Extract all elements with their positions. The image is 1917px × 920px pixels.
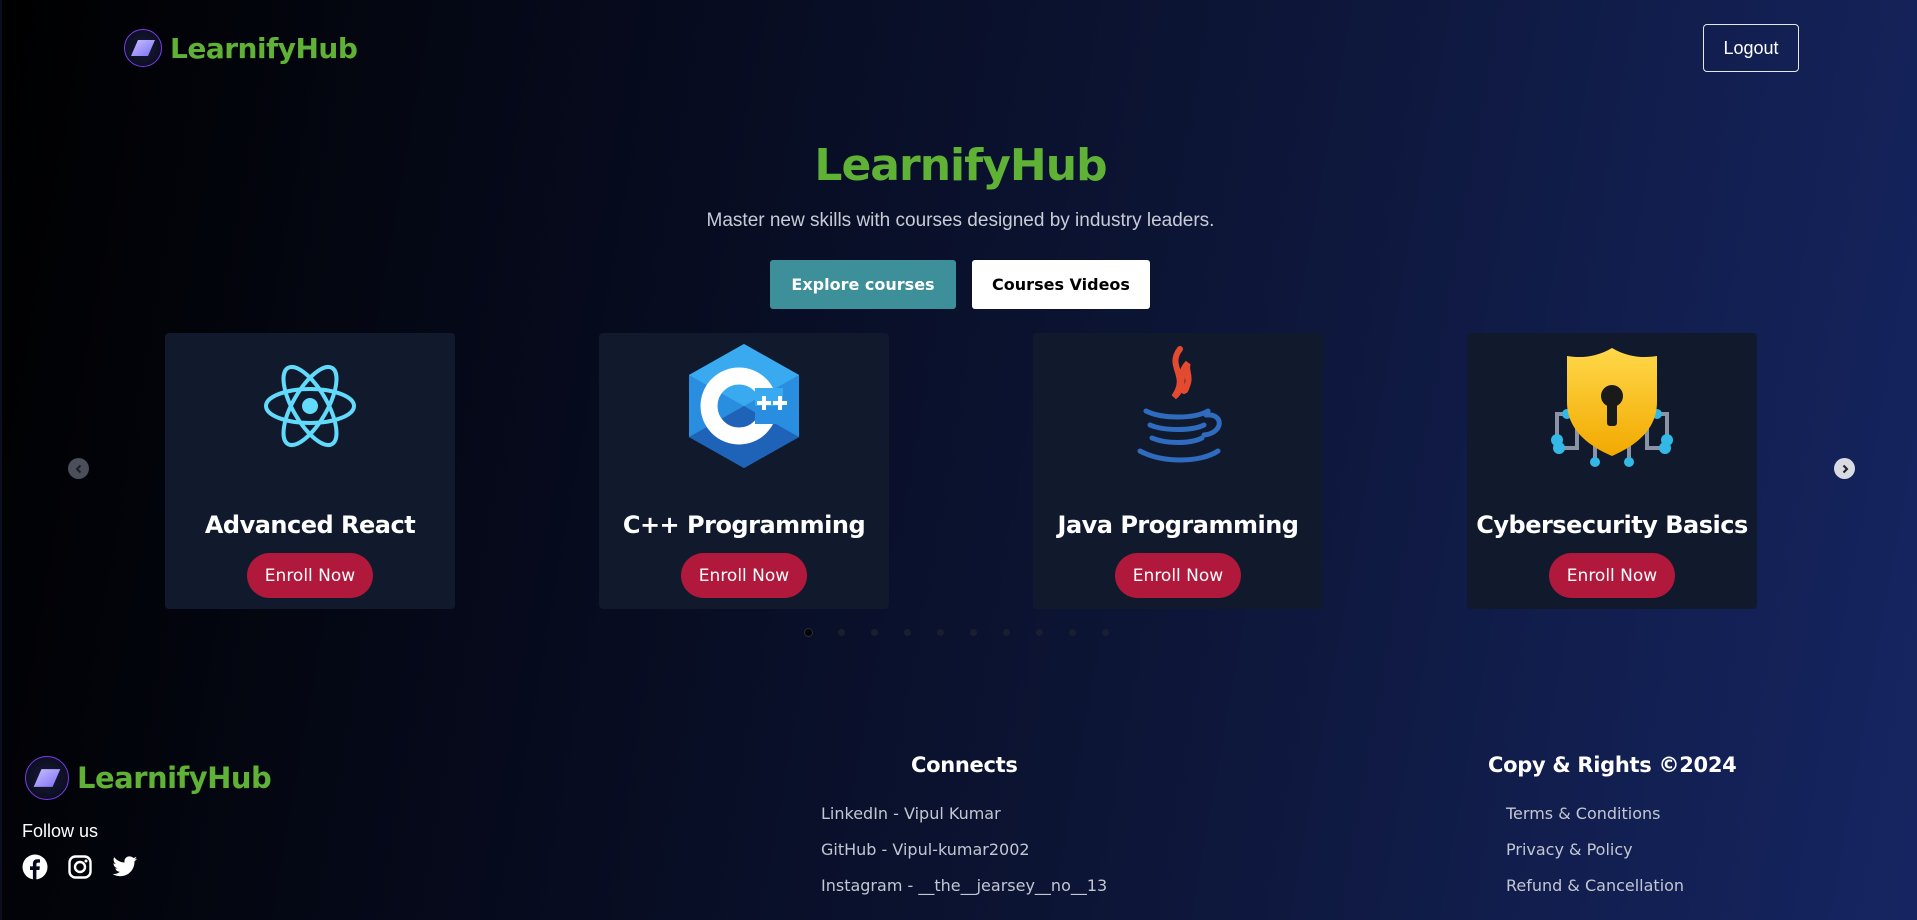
carousel-next-arrow[interactable] — [1834, 458, 1855, 479]
enroll-button[interactable]: Enroll Now — [246, 553, 374, 598]
follow-us-label: Follow us — [22, 821, 99, 841]
carousel-dots — [805, 629, 1109, 636]
brand-logo-icon — [124, 29, 162, 67]
github-link[interactable]: GitHub - Vipul-kumar2002 — [821, 840, 1030, 859]
rights-title: Copy & Rights ©2024 — [1488, 753, 1737, 777]
course-card: Advanced React Enroll Now — [165, 333, 455, 609]
carousel-dot[interactable] — [1102, 629, 1109, 636]
terms-link[interactable]: Terms & Conditions — [1506, 804, 1660, 823]
enroll-button[interactable]: Enroll Now — [1548, 553, 1676, 598]
shield-lock-icon — [1547, 341, 1677, 471]
carousel-dot[interactable] — [1003, 629, 1010, 636]
course-title: Java Programming — [1057, 511, 1299, 539]
header-brand[interactable]: LearnifyHub — [124, 29, 358, 67]
logout-button[interactable]: Logout — [1703, 24, 1799, 72]
course-title: Cybersecurity Basics — [1476, 511, 1748, 539]
carousel-dot[interactable] — [970, 629, 977, 636]
course-title: Advanced React — [204, 511, 416, 539]
twitter-icon[interactable] — [112, 854, 138, 880]
page-background: LearnifyHub Logout LearnifyHub Master ne… — [2, 0, 1917, 920]
chevron-left-icon — [75, 464, 81, 473]
social-links — [22, 854, 138, 880]
course-card: Cybersecurity Basics Enroll Now — [1467, 333, 1757, 609]
java-icon — [1113, 341, 1243, 471]
carousel-prev-arrow[interactable] — [68, 458, 89, 479]
enroll-button[interactable]: Enroll Now — [680, 553, 808, 598]
brand-logo-icon — [25, 756, 69, 800]
connects-title: Connects — [911, 753, 1018, 777]
course-card: C++ Programming Enroll Now — [599, 333, 889, 609]
cpp-icon — [679, 341, 809, 471]
carousel-dot[interactable] — [937, 629, 944, 636]
carousel-dot[interactable] — [838, 629, 845, 636]
refund-link[interactable]: Refund & Cancellation — [1506, 876, 1684, 895]
instagram-link[interactable]: Instagram - __the__jearsey__no__13 — [821, 876, 1107, 895]
brand-name: LearnifyHub — [170, 31, 358, 65]
privacy-link[interactable]: Privacy & Policy — [1506, 840, 1633, 859]
carousel-dot[interactable] — [871, 629, 878, 636]
hero-subtitle: Master new skills with courses designed … — [706, 210, 1215, 231]
linkedin-link[interactable]: LinkedIn - Vipul Kumar — [821, 804, 1001, 823]
course-title: C++ Programming — [622, 511, 866, 539]
course-card: Java Programming Enroll Now — [1033, 333, 1323, 609]
explore-courses-button[interactable]: Explore courses — [770, 260, 956, 309]
enroll-button[interactable]: Enroll Now — [1114, 553, 1242, 598]
carousel-dot[interactable] — [1036, 629, 1043, 636]
courses-videos-button[interactable]: Courses Videos — [972, 260, 1150, 309]
react-icon — [245, 341, 375, 471]
carousel-dot[interactable] — [904, 629, 911, 636]
carousel-dot[interactable] — [1069, 629, 1076, 636]
facebook-icon[interactable] — [22, 854, 48, 880]
footer-brand[interactable]: LearnifyHub — [25, 756, 272, 800]
hero-title: LearnifyHub — [814, 140, 1107, 191]
chevron-right-icon — [1842, 464, 1848, 473]
carousel-dot[interactable] — [805, 629, 812, 636]
brand-name: LearnifyHub — [77, 761, 272, 795]
instagram-icon[interactable] — [67, 854, 93, 880]
